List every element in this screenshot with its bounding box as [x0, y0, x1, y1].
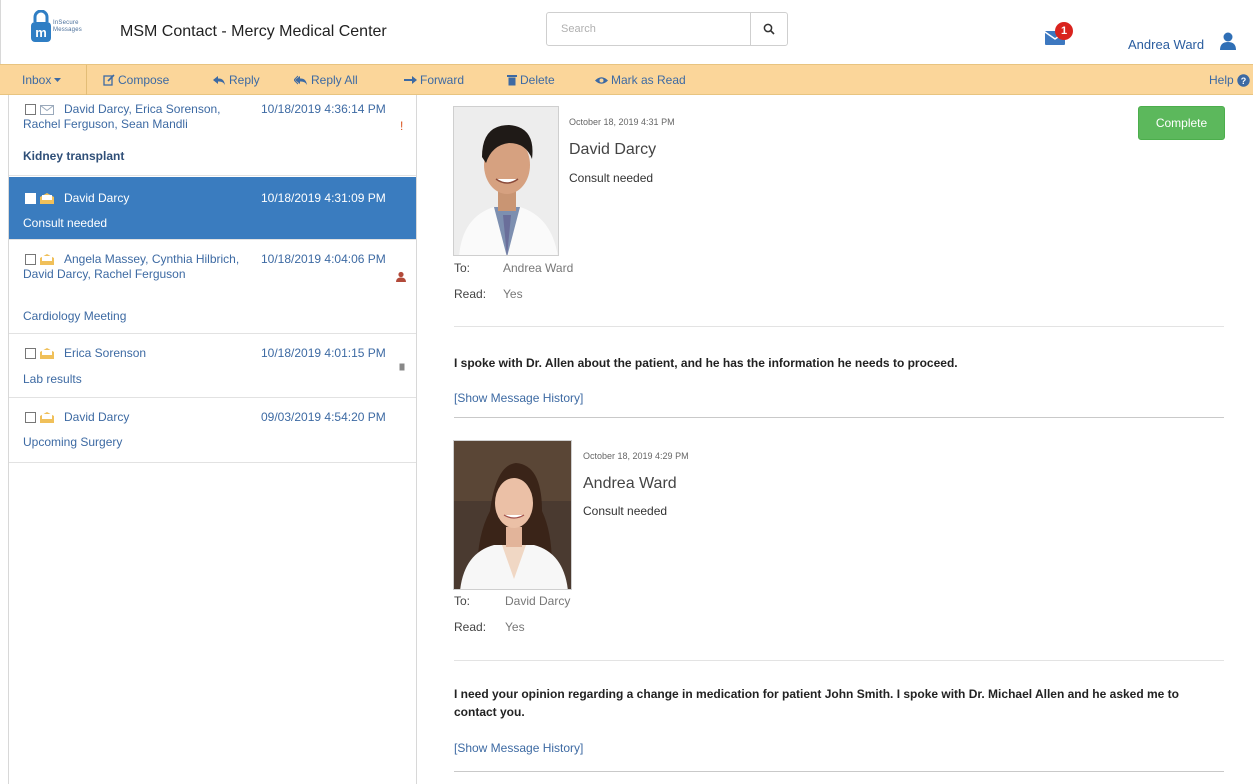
message-date: 10/18/2019 4:01:15 PM	[261, 346, 386, 360]
toolbar-divider	[86, 65, 87, 95]
read-value: Yes	[505, 620, 525, 634]
message-timestamp: October 18, 2019 4:31 PM	[569, 117, 675, 127]
compose-icon	[103, 74, 115, 86]
message-senders: Erica Sorenson	[64, 346, 147, 360]
read-label: Read:	[454, 287, 487, 301]
sender-photo	[453, 106, 559, 256]
read-value: Yes	[503, 287, 523, 301]
to-label: To:	[454, 261, 471, 275]
message-sender: David Darcy	[569, 141, 657, 158]
reply-all-icon	[294, 75, 307, 85]
user-icon[interactable]	[1220, 32, 1236, 50]
message-senders: David Darcy	[64, 410, 130, 424]
message-date: 10/18/2019 4:04:06 PM	[261, 252, 386, 266]
message-body: I need your opinion regarding a change i…	[454, 687, 1180, 719]
message-date: 10/18/2019 4:31:09 PM	[261, 191, 386, 205]
to-value: Andrea Ward	[503, 261, 574, 275]
message-row-cardiology-meeting[interactable]: Angela Massey, Cynthia Hilbrich, David D…	[9, 241, 416, 334]
search-icon	[763, 23, 775, 35]
doctor-avatar-female-icon	[454, 441, 571, 589]
meta-divider	[454, 660, 1224, 661]
search-input[interactable]	[546, 12, 751, 46]
message-subject: Upcoming Surgery	[23, 435, 123, 449]
mark-as-read-button[interactable]: Mark as Read	[595, 65, 686, 95]
message-divider	[454, 417, 1224, 418]
notification-badge: 1	[1055, 22, 1073, 40]
reply-label: Reply	[229, 73, 260, 87]
meta-divider	[454, 326, 1224, 327]
message-row-lab-results[interactable]: Erica Sorenson 10/18/2019 4:01:15 PM Lab…	[9, 335, 416, 398]
message-subject: Consult needed	[569, 171, 654, 185]
caret-down-icon	[54, 77, 62, 82]
eye-icon	[595, 76, 608, 84]
help-label: Help	[1209, 73, 1234, 87]
reply-all-label: Reply All	[311, 73, 358, 87]
message-row-kidney-transplant[interactable]: David Darcy, Erica Sorenson, Rachel Ferg…	[9, 95, 416, 176]
svg-text:m: m	[35, 25, 47, 40]
message-list: David Darcy, Erica Sorenson, Rachel Ferg…	[8, 95, 417, 784]
compose-button[interactable]: Compose	[103, 65, 169, 95]
top-header: m InSecure Messages MSM Contact - Mercy …	[0, 0, 1253, 64]
delete-label: Delete	[520, 73, 555, 87]
message-divider	[454, 771, 1224, 772]
help-circle-icon: ?	[1236, 73, 1250, 87]
svg-text:?: ?	[1240, 76, 1246, 86]
inbox-dropdown[interactable]: Inbox	[22, 65, 62, 95]
forward-label: Forward	[420, 73, 465, 87]
message-date: 10/18/2019 4:36:14 PM	[261, 102, 386, 116]
message-date: 09/03/2019 4:54:20 PM	[261, 410, 386, 424]
message-body: I spoke with Dr. Allen about the patient…	[454, 356, 958, 370]
show-message-history-link[interactable]: [Show Message History]	[454, 741, 583, 755]
search-button[interactable]	[750, 12, 788, 46]
message-row-upcoming-surgery[interactable]: David Darcy 09/03/2019 4:54:20 PM Upcomi…	[9, 399, 416, 463]
message-subject: Kidney transplant	[23, 149, 125, 163]
reply-button[interactable]: Reply	[213, 65, 260, 95]
read-label: Read:	[454, 620, 487, 634]
reply-icon	[213, 75, 225, 85]
forward-arrow-icon	[404, 76, 417, 84]
inbox-label: Inbox	[22, 73, 52, 87]
message-sender: Andrea Ward	[583, 475, 677, 492]
message-subject: Consult needed	[583, 504, 668, 518]
message-senders: David Darcy, Erica Sorenson, Rachel Ferg…	[23, 102, 221, 131]
reply-all-button[interactable]: Reply All	[294, 65, 358, 95]
to-label: To:	[454, 594, 471, 608]
user-name-link[interactable]: Andrea Ward	[1128, 37, 1204, 52]
to-value: David Darcy	[505, 594, 571, 608]
doctor-avatar-male-icon	[454, 107, 558, 255]
app-title: MSM Contact - Mercy Medical Center	[120, 23, 387, 40]
delete-button[interactable]: Delete	[507, 65, 555, 95]
message-row-consult-needed[interactable]: David Darcy 10/18/2019 4:31:09 PM Consul…	[9, 177, 416, 240]
sender-photo	[453, 440, 572, 590]
trash-icon	[507, 75, 517, 86]
help-button[interactable]: Help ?	[1209, 65, 1250, 95]
message-senders: Angela Massey, Cynthia Hilbrich, David D…	[23, 252, 240, 281]
message-subject: Cardiology Meeting	[23, 309, 127, 323]
attachment-icon	[399, 363, 405, 371]
forward-button[interactable]: Forward	[404, 65, 464, 95]
message-timestamp: October 18, 2019 4:29 PM	[583, 451, 689, 461]
search-box	[546, 12, 788, 46]
priority-flag: !	[400, 119, 404, 133]
group-users-icon	[396, 271, 406, 282]
logo-text-line2: Messages	[53, 27, 82, 33]
mark-as-read-label: Mark as Read	[611, 73, 686, 87]
message-subject: Lab results	[23, 372, 82, 386]
action-toolbar: Inbox Compose Reply Reply All Forward De…	[0, 64, 1253, 95]
message-senders: David Darcy	[64, 191, 130, 205]
compose-label: Compose	[118, 73, 170, 87]
logo-text-line1: InSecure	[53, 20, 79, 26]
show-message-history-link[interactable]: [Show Message History]	[454, 391, 583, 405]
message-subject: Consult needed	[23, 216, 108, 230]
complete-button[interactable]: Complete	[1138, 106, 1225, 140]
logo-text: InSecure Messages	[53, 20, 82, 34]
